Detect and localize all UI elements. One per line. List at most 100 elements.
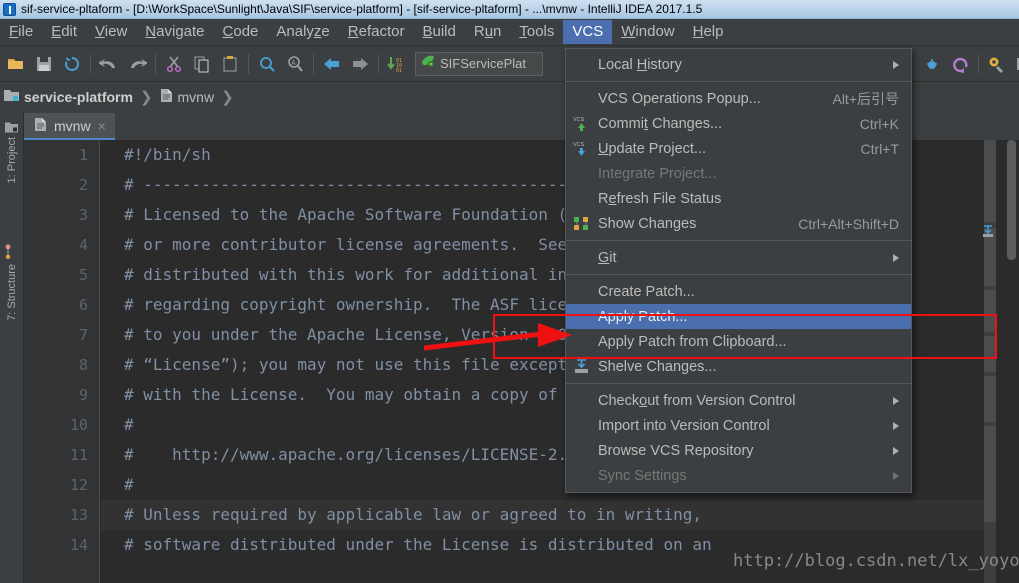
menubar-item-vcs[interactable]: VCS — [563, 20, 613, 44]
find-icon[interactable] — [253, 50, 281, 78]
code-line-text: # http://www.apache.org/licenses/LICENSE… — [124, 445, 577, 464]
toolbar-separator — [313, 53, 314, 74]
code-line-text: #!/bin/sh — [124, 145, 211, 164]
run-configuration-selector[interactable]: SIFServicePlat — [415, 51, 543, 76]
menubar-item-tools[interactable]: Tools — [510, 20, 563, 44]
menu-item-create-patch[interactable]: Create Patch... — [566, 279, 911, 304]
scrollbar-thumb[interactable] — [1007, 140, 1016, 260]
menubar-item-window[interactable]: Window — [612, 20, 683, 44]
title-bar: sif-service-pltaform - [D:\WorkSpace\Sun… — [0, 0, 1019, 19]
menu-item-label: Refresh File Status — [598, 190, 722, 207]
line-number: 9 — [78, 386, 88, 404]
breadcrumb-item-mvnw[interactable]: mvnw — [160, 88, 214, 106]
compile-icon[interactable]: 01 10 01 — [383, 50, 411, 78]
project-structure-icon[interactable] — [1011, 50, 1019, 78]
close-icon[interactable]: × — [98, 118, 106, 134]
line-number: 10 — [69, 416, 88, 434]
menu-item-sync-settings: Sync Settings — [566, 463, 911, 488]
menubar-item-navigate[interactable]: Navigate — [136, 20, 213, 44]
sidebar-item-structure[interactable]: 7: Structure — [0, 240, 24, 325]
menu-item-apply-patch[interactable]: Apply Patch... — [566, 304, 911, 329]
debug-icon[interactable] — [918, 50, 946, 78]
structure-label: 7: Structure — [6, 264, 18, 321]
menu-item-label: Sync Settings — [598, 467, 687, 484]
code-line-text: # — [124, 475, 134, 494]
menu-bar: File Edit View Navigate Code Analyze Refactor B… — [0, 19, 1019, 46]
menubar-item-refactor[interactable]: Refactor — [339, 20, 414, 44]
breadcrumb-separator-icon: ❯ — [221, 89, 234, 106]
code-line-text: # software distributed under the License… — [124, 535, 712, 554]
toolbar-separator — [155, 53, 156, 74]
menu-item-refresh-file-status[interactable]: Refresh File Status — [566, 186, 911, 211]
cut-icon[interactable] — [160, 50, 188, 78]
menu-item-git[interactable]: Git — [566, 245, 911, 270]
sync-refresh-icon[interactable] — [58, 50, 86, 78]
menu-item-label: Local History — [598, 56, 682, 73]
menubar-item-run[interactable]: Run — [465, 20, 511, 44]
submenu-arrow-icon — [893, 446, 899, 455]
menu-item-shortcut: Ctrl+T — [860, 140, 900, 157]
file-icon — [34, 117, 47, 135]
menubar-item-view[interactable]: View — [86, 20, 136, 44]
editor-tab-label: mvnw — [54, 117, 91, 134]
svg-text:VCS: VCS — [573, 142, 585, 148]
code-line-text: # — [124, 415, 134, 434]
menu-item-local-history[interactable]: Local History — [566, 52, 911, 77]
editor-scrollbar[interactable] — [996, 140, 1019, 583]
line-number: 2 — [78, 176, 88, 194]
menubar-item-help[interactable]: Help — [684, 20, 733, 44]
menu-item-shortcut: Ctrl+K — [859, 115, 899, 132]
menu-item-label: Integrate Project... — [598, 165, 717, 182]
menubar-item-code[interactable]: Code — [214, 20, 268, 44]
code-line[interactable]: # Unless required by applicable law or a… — [101, 500, 1019, 530]
menu-item-update-project[interactable]: VCS Update Project... Ctrl+T — [566, 136, 911, 161]
submenu-arrow-icon — [893, 253, 899, 262]
vcs-update-icon: VCS — [572, 140, 590, 158]
breadcrumb-label: service-platform — [24, 89, 133, 105]
toolbar-separator — [978, 54, 979, 74]
redo-icon[interactable] — [123, 50, 151, 78]
code-line-text: # to you under the Apache License, Versi… — [124, 325, 616, 344]
vcs-commit-icon: VCS — [572, 115, 590, 133]
shelve-gutter-icon[interactable] — [981, 224, 995, 243]
save-all-icon[interactable] — [30, 50, 58, 78]
paste-icon[interactable] — [216, 50, 244, 78]
menu-item-commit-changes[interactable]: VCS Commit Changes... Ctrl+K — [566, 111, 911, 136]
menu-item-show-changes[interactable]: Show Changes Ctrl+Alt+Shift+D — [566, 211, 911, 236]
menu-item-label: Apply Patch from Clipboard... — [598, 333, 787, 350]
editor-tab-mvnw[interactable]: mvnw × — [24, 113, 115, 140]
menu-item-browse-vcs-repository[interactable]: Browse VCS Repository — [566, 438, 911, 463]
menu-item-apply-patch-from-clipboard[interactable]: Apply Patch from Clipboard... — [566, 329, 911, 354]
breadcrumb-item-service-platform[interactable]: service-platform — [4, 88, 133, 106]
vcs-dropdown-menu[interactable]: Local History VCS Operations Popup... Alt+… — [565, 48, 912, 493]
replace-icon[interactable]: A — [281, 50, 309, 78]
menubar-item-file[interactable]: File — [0, 20, 42, 44]
menu-separator — [566, 81, 911, 82]
settings-icon[interactable] — [983, 50, 1011, 78]
submenu-arrow-icon — [893, 396, 899, 405]
menu-item-label: Git — [598, 249, 617, 266]
forward-icon[interactable] — [346, 50, 374, 78]
file-icon — [160, 88, 173, 106]
menu-item-shelve-changes[interactable]: Shelve Changes... — [566, 354, 911, 379]
svg-text:01: 01 — [396, 68, 402, 73]
marker-bar[interactable] — [981, 140, 996, 583]
rerun-icon[interactable] — [946, 50, 974, 78]
menu-separator — [566, 240, 911, 241]
menubar-item-analyze[interactable]: Analyze — [267, 20, 338, 44]
menubar-item-edit[interactable]: Edit — [42, 20, 86, 44]
menu-separator — [566, 274, 911, 275]
menu-item-label: Apply Patch... — [598, 308, 688, 325]
menu-item-vcs-operations-popup[interactable]: VCS Operations Popup... Alt+后引号 — [566, 86, 911, 111]
undo-icon[interactable] — [95, 50, 123, 78]
line-number: 13 — [69, 506, 88, 524]
menubar-item-build[interactable]: Build — [413, 20, 464, 44]
menu-item-checkout-from-version-control[interactable]: Checkout from Version Control — [566, 388, 911, 413]
menu-item-integrate-project: Integrate Project... — [566, 161, 911, 186]
back-icon[interactable] — [318, 50, 346, 78]
menu-item-import-into-version-control[interactable]: Import into Version Control — [566, 413, 911, 438]
copy-icon[interactable] — [188, 50, 216, 78]
menu-item-label: Checkout from Version Control — [598, 392, 796, 409]
sidebar-item-project[interactable]: 1: Project — [0, 116, 24, 187]
open-folder-icon[interactable] — [2, 50, 30, 78]
